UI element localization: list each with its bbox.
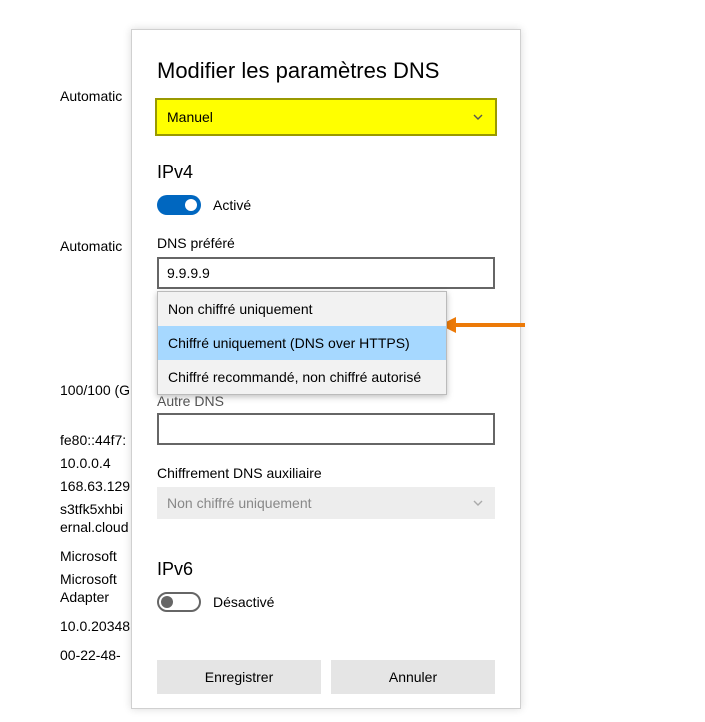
ipv4-heading: IPv4 [157, 162, 495, 183]
dns-enc-option-doh[interactable]: Chiffré uniquement (DNS over HTTPS) [158, 326, 446, 360]
chevron-down-icon [471, 496, 485, 510]
background-value: 168.63.129 [60, 478, 130, 494]
dns-preferred-label: DNS préféré [157, 235, 495, 251]
background-value: fe80::44f7: [60, 432, 126, 448]
ipv6-section: IPv6 Désactivé [157, 559, 495, 612]
background-value: ernal.cloud [60, 519, 129, 535]
mode-dropdown-value: Manuel [167, 109, 213, 125]
background-value: Automatic [60, 238, 122, 254]
annotation-arrow-icon [440, 314, 525, 336]
aux-enc-label: Chiffrement DNS auxiliaire [157, 465, 495, 481]
background-value: Automatic [60, 88, 122, 104]
chevron-down-icon [471, 110, 485, 124]
aux-enc-dropdown: Non chiffré uniquement [157, 487, 495, 519]
dns-encryption-dropdown-popup: Non chiffré uniquement Chiffré uniquemen… [157, 291, 447, 395]
aux-enc-value: Non chiffré uniquement [167, 495, 312, 511]
dns-preferred-value: 9.9.9.9 [167, 265, 210, 281]
alt-dns-input[interactable] [157, 413, 495, 445]
ipv4-section: IPv4 Activé DNS préféré 9.9.9.9 Non chif… [157, 162, 495, 519]
background-value: 10.0.0.4 [60, 455, 111, 471]
alt-dns-label: Autre DNS [157, 393, 495, 409]
dialog-title: Modifier les paramètres DNS [157, 58, 495, 84]
save-button[interactable]: Enregistrer [157, 660, 321, 694]
mode-dropdown[interactable]: Manuel [157, 100, 495, 134]
ipv6-toggle[interactable] [157, 592, 201, 612]
background-value: 00-22-48- [60, 647, 121, 663]
background-value: Microsoft [60, 548, 117, 564]
ipv4-toggle[interactable] [157, 195, 201, 215]
background-value: 10.0.20348 [60, 618, 130, 634]
background-value: Microsoft [60, 571, 117, 587]
ipv6-toggle-label: Désactivé [213, 594, 274, 610]
ipv4-toggle-label: Activé [213, 197, 251, 213]
dns-enc-option-recommended[interactable]: Chiffré recommandé, non chiffré autorisé [158, 360, 446, 394]
dns-settings-dialog: Modifier les paramètres DNS Manuel IPv4 … [131, 29, 521, 709]
background-value: s3tfk5xhbi [60, 501, 123, 517]
background-value: Adapter [60, 589, 109, 605]
dns-enc-option-unencrypted[interactable]: Non chiffré uniquement [158, 292, 446, 326]
ipv6-heading: IPv6 [157, 559, 495, 580]
dns-preferred-input[interactable]: 9.9.9.9 [157, 257, 495, 289]
background-value: 100/100 (G [60, 382, 130, 398]
cancel-button[interactable]: Annuler [331, 660, 495, 694]
